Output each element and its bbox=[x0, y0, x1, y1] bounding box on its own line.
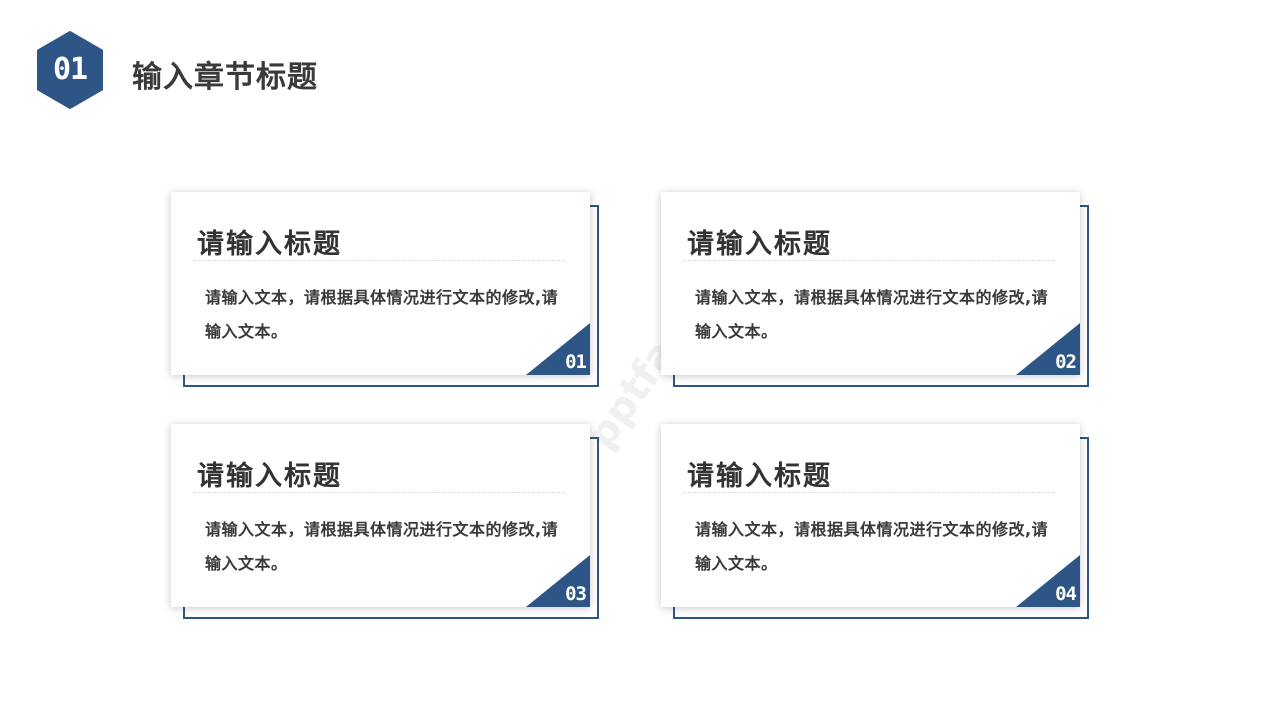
card-body-text: 请输入文本，请根据具体情况进行文本的修改,请输入文本。 bbox=[695, 288, 1049, 341]
card-panel: 请输入标题 请输入文本，请根据具体情况进行文本的修改,请输入文本。 02 bbox=[661, 192, 1080, 375]
section-number: 01 bbox=[52, 52, 88, 87]
card-panel: 请输入标题 请输入文本，请根据具体情况进行文本的修改,请输入文本。 01 bbox=[171, 192, 590, 375]
info-card: 请输入标题 请输入文本，请根据具体情况进行文本的修改,请输入文本。 03 bbox=[171, 424, 601, 622]
card-corner-triangle: 02 bbox=[1016, 323, 1080, 375]
card-body-text: 请输入文本，请根据具体情况进行文本的修改,请输入文本。 bbox=[695, 520, 1049, 573]
card-body-text: 请输入文本，请根据具体情况进行文本的修改,请输入文本。 bbox=[205, 520, 559, 573]
card-number: 02 bbox=[1055, 351, 1077, 373]
card-panel: 请输入标题 请输入文本，请根据具体情况进行文本的修改,请输入文本。 04 bbox=[661, 424, 1080, 607]
section-number-badge: 01 bbox=[36, 31, 104, 109]
card-divider bbox=[683, 260, 1055, 261]
card-body-text: 请输入文本，请根据具体情况进行文本的修改,请输入文本。 bbox=[205, 288, 559, 341]
card-divider bbox=[683, 492, 1055, 493]
card-number: 01 bbox=[565, 351, 587, 373]
card-divider bbox=[193, 492, 565, 493]
card-corner-triangle: 04 bbox=[1016, 555, 1080, 607]
card-number: 03 bbox=[565, 583, 587, 605]
card-panel: 请输入标题 请输入文本，请根据具体情况进行文本的修改,请输入文本。 03 bbox=[171, 424, 590, 607]
card-title: 请输入标题 bbox=[687, 461, 832, 492]
info-card: 请输入标题 请输入文本，请根据具体情况进行文本的修改,请输入文本。 04 bbox=[661, 424, 1091, 622]
card-divider bbox=[193, 260, 565, 261]
card-title: 请输入标题 bbox=[687, 229, 832, 260]
card-title: 请输入标题 bbox=[197, 229, 342, 260]
card-corner-triangle: 01 bbox=[526, 323, 590, 375]
info-card: 请输入标题 请输入文本，请根据具体情况进行文本的修改,请输入文本。 01 bbox=[171, 192, 601, 390]
card-title: 请输入标题 bbox=[197, 461, 342, 492]
section-title: 输入章节标题 bbox=[132, 60, 318, 95]
card-number: 04 bbox=[1055, 583, 1077, 605]
card-corner-triangle: 03 bbox=[526, 555, 590, 607]
info-card: 请输入标题 请输入文本，请根据具体情况进行文本的修改,请输入文本。 02 bbox=[661, 192, 1091, 390]
